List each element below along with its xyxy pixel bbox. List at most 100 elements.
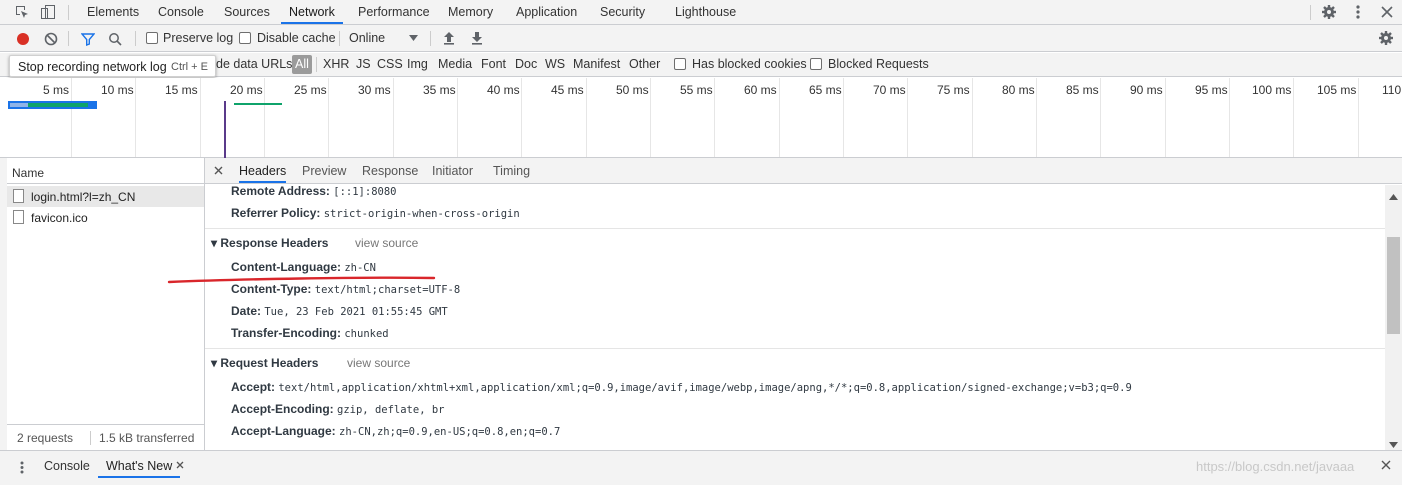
header-key: Accept-Language: xyxy=(231,424,336,438)
devtools-tab-bar: Elements Console Sources Network Perform… xyxy=(0,0,1402,25)
separator xyxy=(68,5,69,20)
header-key: Accept-Encoding: xyxy=(231,402,334,416)
scroll-up-arrow-icon[interactable] xyxy=(1389,189,1398,203)
grid-line xyxy=(521,78,522,157)
list-item[interactable]: login.html?l=zh_CN xyxy=(7,186,204,207)
tab-elements[interactable]: Elements xyxy=(87,0,139,24)
file-icon xyxy=(13,210,24,224)
timeline-tick: 90 ms xyxy=(1130,83,1163,97)
tab-sources[interactable]: Sources xyxy=(224,0,270,24)
blocked-requests-checkbox[interactable] xyxy=(810,58,822,70)
separator xyxy=(339,31,340,46)
settings-gear-icon[interactable] xyxy=(1321,4,1337,20)
list-item[interactable]: favicon.ico xyxy=(7,207,204,228)
timeline-tick: 65 ms xyxy=(809,83,842,97)
throttling-select[interactable]: Online xyxy=(349,31,385,45)
request-headers-toggle[interactable]: ▾ Request Headers xyxy=(211,356,318,370)
timeline-tick: 30 ms xyxy=(358,83,391,97)
header-value: text/html,application/xhtml+xml,applicat… xyxy=(278,382,1132,394)
details-scrollbar[interactable] xyxy=(1385,185,1402,450)
filter-type-font[interactable]: Font xyxy=(481,57,506,71)
filter-type-xhr[interactable]: XHR xyxy=(323,57,349,71)
tab-lighthouse[interactable]: Lighthouse xyxy=(675,0,736,24)
device-toolbar-icon[interactable] xyxy=(40,4,56,20)
timeline-tick: 110 xyxy=(1382,83,1402,97)
timeline-tick: 100 ms xyxy=(1252,83,1292,97)
timeline-request-bar-waiting xyxy=(10,103,28,107)
drawer-menu-icon[interactable] xyxy=(17,460,27,475)
timeline-tick: 15 ms xyxy=(165,83,198,97)
response-headers-toggle[interactable]: ▾ Response Headers xyxy=(211,236,328,250)
request-view-source-link[interactable]: view source xyxy=(347,356,410,370)
header-key: Remote Address: xyxy=(231,184,330,198)
header-value: strict-origin-when-cross-origin xyxy=(323,208,520,220)
request-details-panel: Headers Preview Response Initiator Timin… xyxy=(205,158,1402,450)
tab-response[interactable]: Response xyxy=(362,164,418,178)
disable-cache-checkbox[interactable] xyxy=(239,32,251,44)
has-blocked-cookies-label: Has blocked cookies xyxy=(692,57,807,71)
tab-memory[interactable]: Memory xyxy=(448,0,493,24)
filter-type-media[interactable]: Media xyxy=(438,57,472,71)
grid-line xyxy=(1229,78,1230,157)
tab-application[interactable]: Application xyxy=(516,0,577,24)
inspect-element-icon[interactable] xyxy=(14,4,30,20)
hide-data-urls-label[interactable]: de data URLs xyxy=(216,57,292,71)
export-har-icon[interactable] xyxy=(470,30,484,46)
more-options-icon[interactable] xyxy=(1351,4,1365,20)
filter-icon[interactable] xyxy=(80,31,95,46)
tab-network[interactable]: Network xyxy=(281,0,343,24)
filter-type-manifest[interactable]: Manifest xyxy=(573,57,620,71)
request-name: favicon.ico xyxy=(31,211,88,225)
clear-icon[interactable] xyxy=(43,31,58,46)
section-divider xyxy=(205,228,1385,229)
timeline-tick: 60 ms xyxy=(744,83,777,97)
timeline-tick: 50 ms xyxy=(616,83,649,97)
drawer-tab-console[interactable]: Console xyxy=(44,459,90,473)
close-drawer-icon[interactable] xyxy=(1380,459,1392,471)
red-underline-annotation xyxy=(167,276,436,284)
close-devtools-icon[interactable] xyxy=(1379,4,1395,20)
grid-line xyxy=(972,78,973,157)
filter-type-ws[interactable]: WS xyxy=(545,57,565,71)
filter-type-js[interactable]: JS xyxy=(356,57,371,71)
tab-performance[interactable]: Performance xyxy=(358,0,430,24)
filter-type-css[interactable]: CSS xyxy=(377,57,403,71)
transfer-size: 1.5 kB transferred xyxy=(99,431,195,445)
grid-line xyxy=(1293,78,1294,157)
header-key: Transfer-Encoding: xyxy=(231,326,342,340)
close-details-icon[interactable] xyxy=(213,165,224,176)
tab-security[interactable]: Security xyxy=(600,0,645,24)
filter-type-all[interactable]: All xyxy=(292,55,312,74)
search-icon[interactable] xyxy=(107,31,122,46)
name-column-header[interactable]: Name xyxy=(12,166,44,180)
network-overview-timeline[interactable]: 5 ms 10 ms 15 ms 20 ms 25 ms 30 ms 35 ms… xyxy=(0,78,1402,158)
response-view-source-link[interactable]: view source xyxy=(355,236,418,250)
drawer-tab-whats-new[interactable]: What's New xyxy=(98,451,181,478)
tab-preview[interactable]: Preview xyxy=(302,164,346,178)
header-row-transfer-encoding: Transfer-Encoding: chunked xyxy=(231,326,389,340)
bottom-drawer: Console What's New https://blog.csdn.net… xyxy=(0,450,1402,485)
scroll-down-arrow-icon[interactable] xyxy=(1389,437,1398,451)
filter-type-other[interactable]: Other xyxy=(629,57,660,71)
filter-type-img[interactable]: Img xyxy=(407,57,428,71)
request-list-header: Name xyxy=(7,158,204,184)
tab-headers[interactable]: Headers xyxy=(239,164,287,183)
grid-line xyxy=(200,78,201,157)
grid-line xyxy=(1358,78,1359,157)
import-har-icon[interactable] xyxy=(442,30,456,46)
filter-type-doc[interactable]: Doc xyxy=(515,57,537,71)
tab-console[interactable]: Console xyxy=(158,0,204,24)
header-row-date: Date: Tue, 23 Feb 2021 01:55:45 GMT xyxy=(231,304,448,318)
scrollbar-thumb[interactable] xyxy=(1387,237,1400,334)
tab-initiator[interactable]: Initiator xyxy=(432,164,473,178)
preserve-log-checkbox[interactable] xyxy=(146,32,158,44)
tab-timing[interactable]: Timing xyxy=(493,164,530,178)
has-blocked-cookies-checkbox[interactable] xyxy=(674,58,686,70)
timeline-tick: 95 ms xyxy=(1195,83,1228,97)
close-tab-icon[interactable] xyxy=(175,460,185,470)
record-icon[interactable] xyxy=(15,31,30,46)
blocked-requests-label: Blocked Requests xyxy=(828,57,929,71)
network-settings-gear-icon[interactable] xyxy=(1378,30,1394,46)
chevron-down-icon[interactable] xyxy=(408,34,418,42)
timeline-tick: 85 ms xyxy=(1066,83,1099,97)
